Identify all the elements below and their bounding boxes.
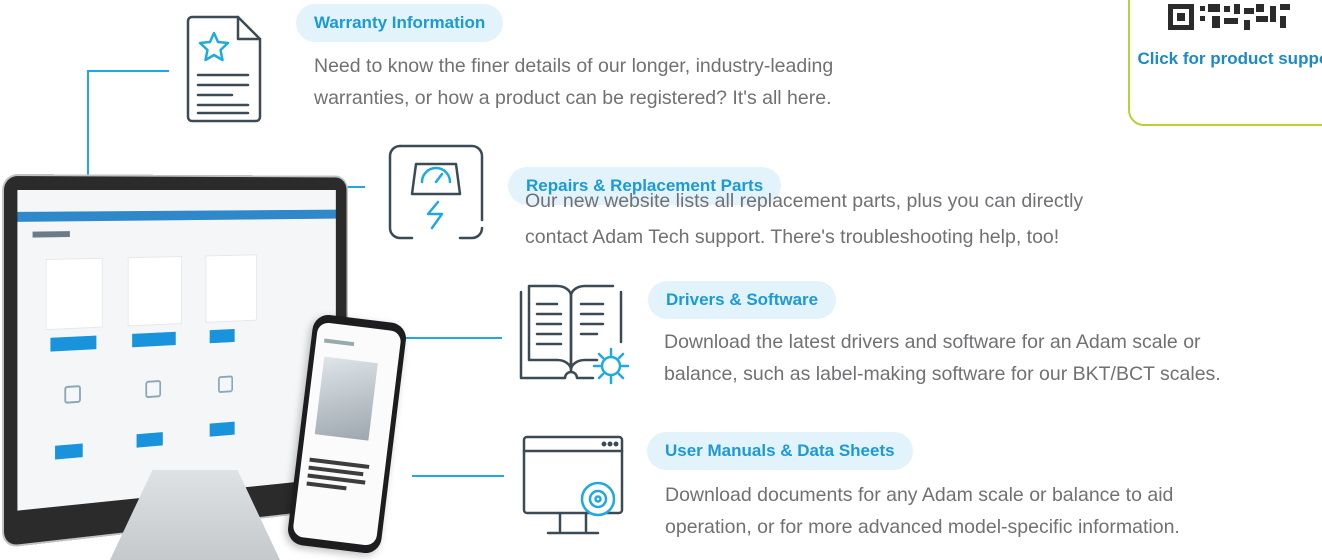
book-gear-icon xyxy=(517,282,633,388)
section-title-drivers[interactable]: Drivers & Software xyxy=(648,281,836,319)
website-card xyxy=(46,258,103,330)
connector-line-warranty-v xyxy=(87,70,89,180)
website-button xyxy=(210,329,235,343)
section-desc-drivers-line2: balance, such as label-making software f… xyxy=(664,358,1221,390)
qr-code-icon xyxy=(1160,2,1310,42)
website-button xyxy=(132,332,176,348)
document-star-icon xyxy=(182,13,264,125)
website-button xyxy=(210,422,235,437)
section-desc-warranty-line2: warranties, or how a product can be regi… xyxy=(314,82,832,114)
section-title-manuals[interactable]: User Manuals & Data Sheets xyxy=(647,432,913,470)
website-card xyxy=(205,254,256,323)
section-desc-drivers-line1: Download the latest drivers and software… xyxy=(664,326,1201,358)
website-icon xyxy=(145,380,161,398)
broken-scale-icon xyxy=(386,142,486,242)
connector-line-drivers xyxy=(402,337,502,339)
section-desc-repairs-line1: Our new website lists all replacement pa… xyxy=(525,185,1083,217)
website-button xyxy=(55,443,83,459)
monitor-disc-icon xyxy=(520,433,626,538)
website-button xyxy=(50,336,96,352)
website-button xyxy=(137,432,163,448)
website-icon xyxy=(64,385,81,404)
phone-text-line xyxy=(324,339,354,347)
website-screenshot xyxy=(17,190,335,511)
connector-line-warranty-h xyxy=(87,70,169,72)
qr-support-label[interactable]: Click for product support xyxy=(1132,46,1322,72)
phone-product-image xyxy=(315,357,378,441)
section-desc-repairs-line2: contact Adam Tech support. There's troub… xyxy=(525,221,1059,253)
section-title-warranty[interactable]: Warranty Information xyxy=(296,4,503,42)
website-nav-bar xyxy=(17,210,335,222)
website-logo xyxy=(33,231,70,237)
phone-screen xyxy=(292,322,402,547)
website-card xyxy=(128,256,182,326)
section-desc-manuals-line1: Download documents for any Adam scale or… xyxy=(665,479,1173,511)
section-desc-manuals-line2: operation, or for more advanced model-sp… xyxy=(665,511,1180,543)
phone-text-line xyxy=(306,481,346,490)
website-icon xyxy=(218,375,233,393)
connector-line-manuals xyxy=(412,475,504,477)
section-desc-warranty-line1: Need to know the finer details of our lo… xyxy=(314,50,833,82)
